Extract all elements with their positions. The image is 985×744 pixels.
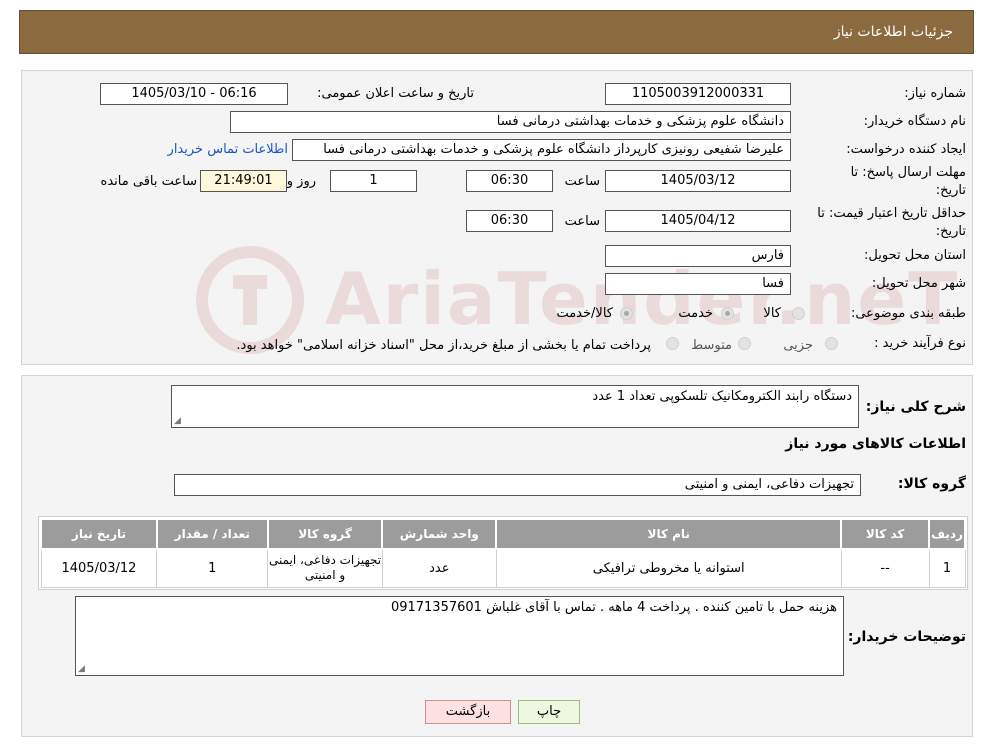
goods-group-label: گروه کالا: — [897, 476, 966, 492]
buyer-notes-field: هزینه حمل با تامین کننده . پرداخت 4 ماهه… — [75, 596, 844, 676]
table-header-row: ردیف کد کالا نام کالا واحد شمارش گروه کا… — [40, 518, 966, 550]
deadline-date-field: 1405/03/12 — [605, 170, 791, 192]
purchase-radio-medium[interactable] — [738, 337, 751, 350]
goods-table: ردیف کد کالا نام کالا واحد شمارش گروه کا… — [40, 518, 966, 588]
validity-label: حداقل تاریخ اعتبار قیمت: تا — [817, 206, 966, 221]
resize-grip-icon[interactable]: ◢ — [78, 664, 85, 674]
col-group: گروه کالا — [266, 518, 384, 550]
days-label: روز و — [286, 174, 316, 189]
cell-group: تجهیزات دفاعی، ایمنی و امنیتی — [267, 548, 383, 588]
col-date: تاریخ نیاز — [40, 518, 158, 550]
col-code: کد کالا — [840, 518, 931, 550]
buyer-notes-text: هزینه حمل با تامین کننده . پرداخت 4 ماهه… — [390, 600, 837, 615]
province-label: استان محل تحویل: — [864, 248, 966, 263]
cell-quantity: 1 — [156, 548, 269, 588]
col-row: ردیف — [928, 518, 966, 550]
buyer-org-field: دانشگاه علوم پزشکی و خدمات بهداشتی درمان… — [230, 111, 791, 133]
print-button[interactable]: چاپ — [518, 700, 580, 724]
description-field: دستگاه رابند الکترومکانیک تلسکوپی تعداد … — [171, 385, 859, 428]
purchase-option-medium: متوسط — [691, 338, 732, 353]
province-field: فارس — [605, 245, 791, 267]
category-option-goods-service: کالا/خدمت — [556, 306, 613, 321]
category-label: طبقه بندی موضوعی: — [850, 306, 966, 321]
days-remaining-field: 1 — [330, 170, 417, 192]
city-field: فسا — [605, 273, 791, 295]
category-radio-service[interactable] — [721, 307, 734, 320]
cell-unit: عدد — [381, 548, 497, 588]
cell-name: استوانه یا مخروطی ترافیکی — [495, 548, 842, 588]
col-unit: واحد شمارش — [381, 518, 498, 550]
creator-label: ایجاد کننده درخواست: — [846, 142, 966, 157]
purchase-radio-minor[interactable] — [825, 337, 838, 350]
col-name: نام کالا — [495, 518, 843, 550]
description-text: دستگاه رابند الکترومکانیک تلسکوپی تعداد … — [592, 389, 852, 404]
buyer-notes-label: توضیحات خریدار: — [847, 629, 966, 645]
category-radio-goods[interactable] — [792, 307, 805, 320]
purchase-type-label: نوع فرآیند خرید : — [874, 336, 966, 351]
category-option-goods: کالا — [763, 306, 781, 321]
purchase-note: پرداخت تمام یا بخشی از مبلغ خرید،از محل … — [236, 338, 651, 353]
table-row: 1 -- استوانه یا مخروطی ترافیکی عدد تجهیز… — [40, 548, 966, 588]
need-number-field: 1105003912000331 — [605, 83, 791, 105]
creator-field: علیرضا شفیعی رونیزی کارپرداز دانشگاه علو… — [292, 139, 791, 161]
announce-field: 1405/03/10 - 06:16 — [100, 83, 288, 105]
category-option-service: خدمت — [678, 306, 713, 321]
cell-row: 1 — [928, 548, 966, 588]
validity-time-field: 06:30 — [466, 210, 553, 232]
back-button[interactable]: بازگشت — [425, 700, 511, 724]
validity-label-date: تاریخ: — [935, 224, 966, 239]
deadline-time-field: 06:30 — [466, 170, 553, 192]
time-remaining-field: 21:49:01 — [200, 170, 287, 192]
deadline-label-date: تاریخ: — [935, 183, 966, 198]
resize-grip-icon[interactable]: ◢ — [174, 416, 181, 426]
buyer-org-label: نام دستگاه خریدار: — [863, 114, 966, 129]
remaining-label: ساعت باقی مانده — [100, 174, 197, 189]
need-number-label: شماره نیاز: — [904, 86, 966, 101]
buyer-contact-link[interactable]: اطلاعات تماس خریدار — [168, 142, 288, 157]
cell-date: 1405/03/12 — [40, 548, 158, 588]
goods-group-field: تجهیزات دفاعی، ایمنی و امنیتی — [174, 474, 861, 496]
page-header: جزئیات اطلاعات نیاز — [19, 10, 974, 54]
page-title: جزئیات اطلاعات نیاز — [833, 24, 953, 40]
deadline-time-label: ساعت — [564, 174, 600, 189]
goods-info-title: اطلاعات کالاهای مورد نیاز — [785, 436, 966, 452]
validity-date-field: 1405/04/12 — [605, 210, 791, 232]
col-quantity: تعداد / مقدار — [155, 518, 269, 550]
city-label: شهر محل تحویل: — [871, 276, 966, 291]
deadline-label: مهلت ارسال پاسخ: تا — [850, 165, 966, 180]
purchase-option-minor: جزیی — [783, 338, 813, 353]
validity-time-label: ساعت — [564, 214, 600, 229]
announce-label: تاریخ و ساعت اعلان عمومی: — [317, 86, 474, 101]
cell-code: -- — [840, 548, 930, 588]
description-label: شرح کلی نیاز: — [865, 399, 966, 415]
category-radio-goods-service[interactable] — [620, 307, 633, 320]
purchase-radio-treasury[interactable] — [666, 337, 679, 350]
